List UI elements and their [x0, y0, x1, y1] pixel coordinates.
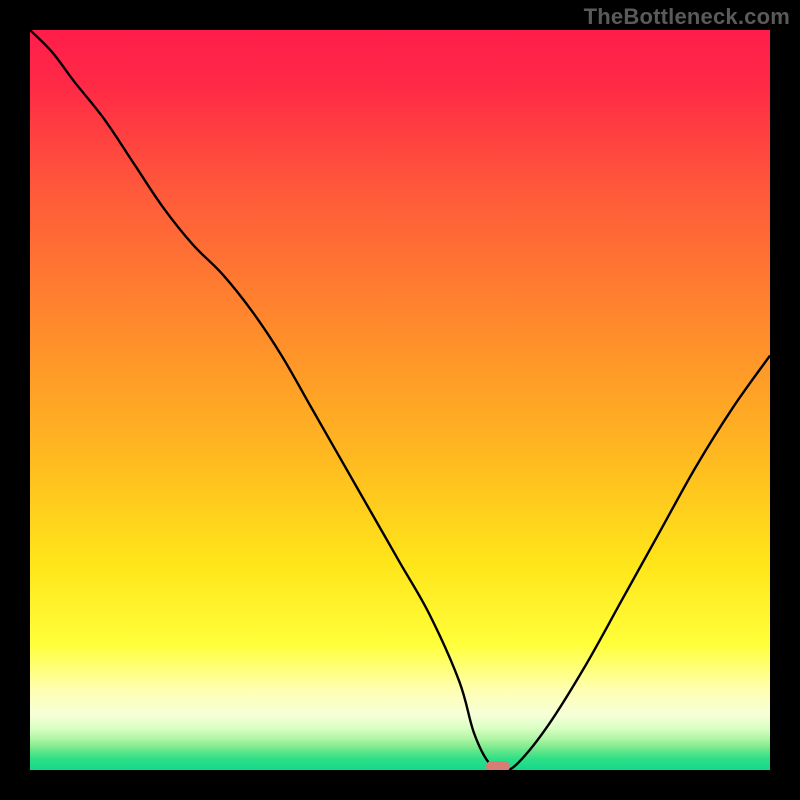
plot-area [30, 30, 770, 770]
chart-frame: TheBottleneck.com [0, 0, 800, 800]
bottleneck-curve [30, 30, 770, 770]
watermark-text: TheBottleneck.com [584, 4, 790, 30]
sweet-spot-marker [486, 761, 510, 770]
curve-layer [30, 30, 770, 770]
